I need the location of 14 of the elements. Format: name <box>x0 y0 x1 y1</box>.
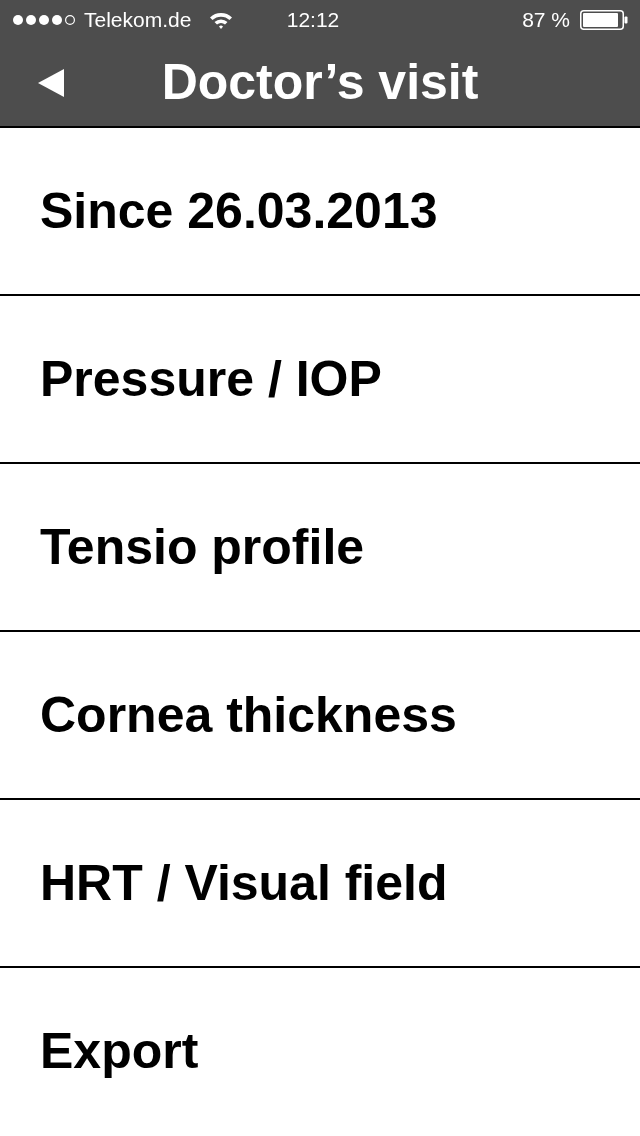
menu-item[interactable]: Cornea thickness <box>0 632 640 800</box>
clock-time: 12:12 <box>286 8 340 32</box>
menu-item[interactable]: Since 26.03.2013 <box>0 128 640 296</box>
signal-strength-icon <box>12 14 76 26</box>
carrier-name: Telekom.de <box>84 8 192 32</box>
menu-item[interactable]: HRT / Visual field <box>0 800 640 968</box>
screen-title: Doctor’s visit <box>161 57 479 109</box>
back-icon <box>38 69 64 97</box>
wifi-icon <box>209 11 234 29</box>
battery-icon <box>580 10 628 30</box>
menu-item[interactable]: Tensio profile <box>0 464 640 632</box>
menu-item[interactable]: Export <box>0 968 640 1134</box>
menu-item[interactable]: Pressure / IOP <box>0 296 640 464</box>
battery-percentage: 87 % <box>522 8 570 32</box>
